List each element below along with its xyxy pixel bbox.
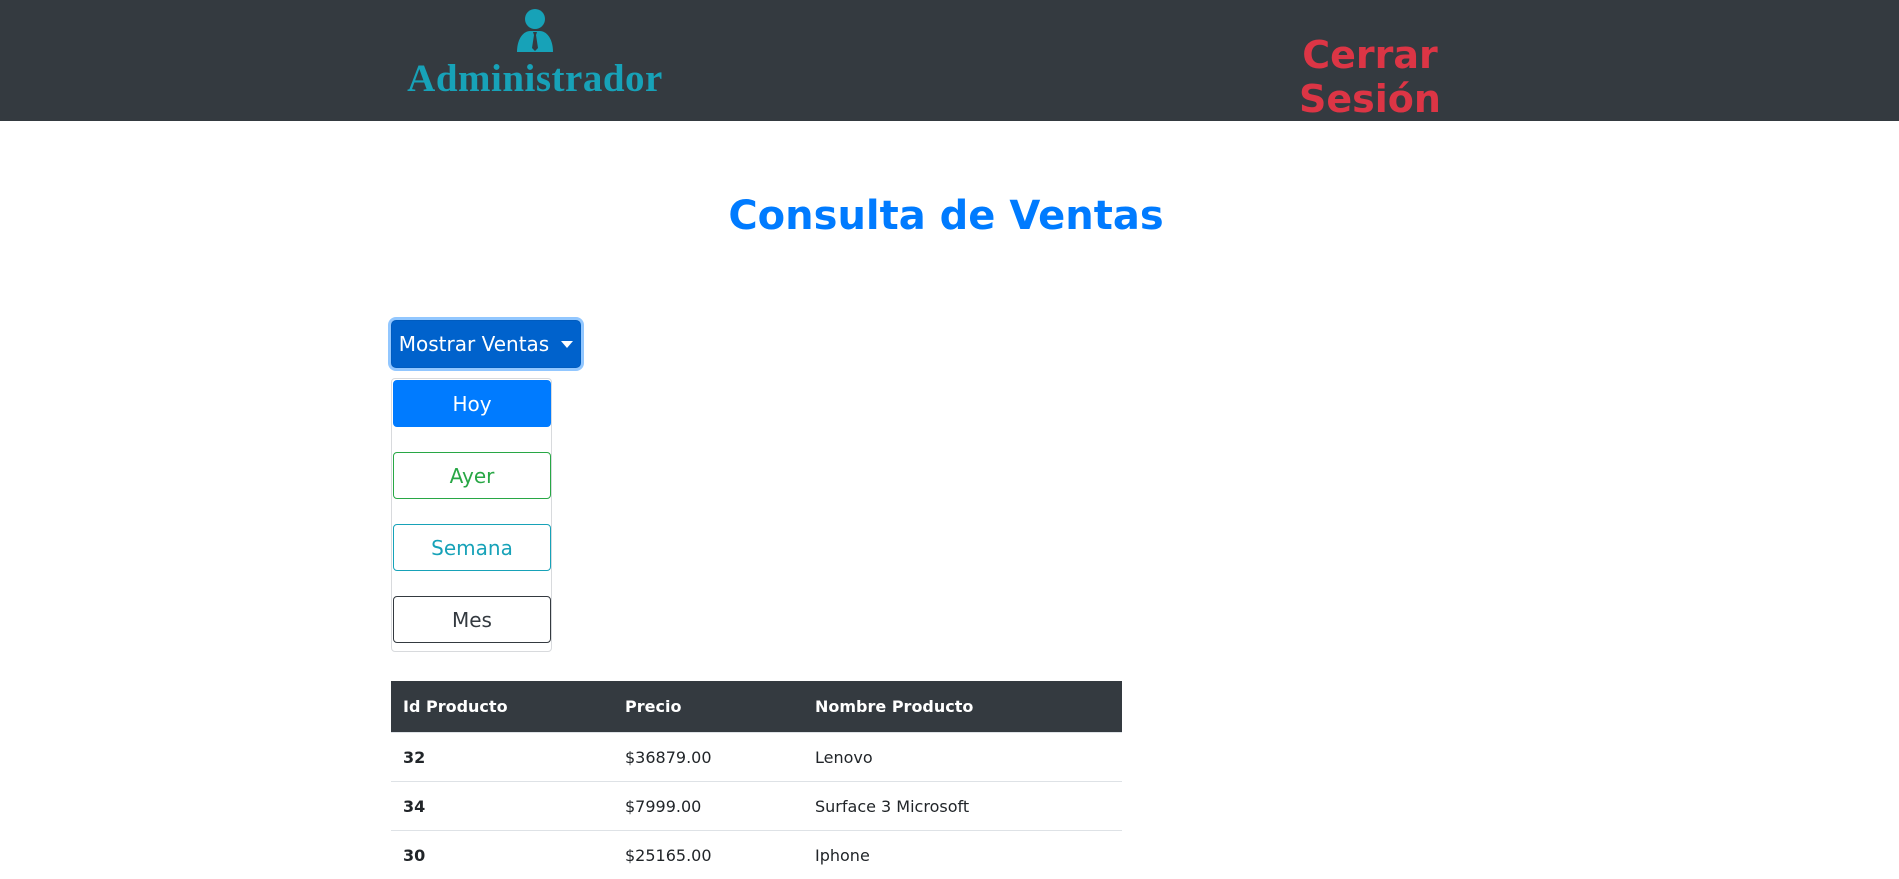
column-header-name: Nombre Producto	[803, 681, 1122, 733]
product-name-cell: Lenovo	[803, 733, 1122, 782]
product-id-cell: 32	[391, 733, 613, 782]
show-sales-dropdown-button[interactable]: Mostrar Ventas	[391, 320, 581, 368]
page-title: Consulta de Ventas	[700, 193, 1192, 239]
sales-period-dropdown-menu: Hoy Ayer Semana Mes	[391, 378, 552, 652]
table-row: 34 $7999.00 Surface 3 Microsoft	[391, 782, 1122, 831]
table-header-row: Id Producto Precio Nombre Producto	[391, 681, 1122, 733]
price-cell: $7999.00	[613, 782, 803, 831]
product-id-cell: 30	[391, 831, 613, 879]
top-navbar: Administrador Cerrar Sesión	[0, 0, 1899, 121]
table-row: 30 $25165.00 Iphone	[391, 831, 1122, 879]
price-cell: $25165.00	[613, 831, 803, 879]
product-id-cell: 34	[391, 782, 613, 831]
sales-table: Id Producto Precio Nombre Producto 32 $3…	[391, 681, 1122, 879]
product-name-cell: Iphone	[803, 831, 1122, 879]
dropdown-toggle-label: Mostrar Ventas	[399, 332, 549, 356]
product-name-cell: Surface 3 Microsoft	[803, 782, 1122, 831]
column-header-id: Id Producto	[391, 681, 613, 733]
period-month-button[interactable]: Mes	[393, 596, 551, 643]
column-header-price: Precio	[613, 681, 803, 733]
table-row: 32 $36879.00 Lenovo	[391, 733, 1122, 782]
admin-title: Administrador	[405, 56, 665, 101]
user-tie-icon	[515, 8, 555, 52]
price-cell: $36879.00	[613, 733, 803, 782]
period-today-button[interactable]: Hoy	[393, 380, 551, 427]
caret-down-icon	[561, 341, 573, 348]
period-week-button[interactable]: Semana	[393, 524, 551, 571]
period-yesterday-button[interactable]: Ayer	[393, 452, 551, 499]
admin-profile: Administrador	[405, 8, 665, 101]
logout-link[interactable]: Cerrar Sesión	[1230, 33, 1510, 121]
